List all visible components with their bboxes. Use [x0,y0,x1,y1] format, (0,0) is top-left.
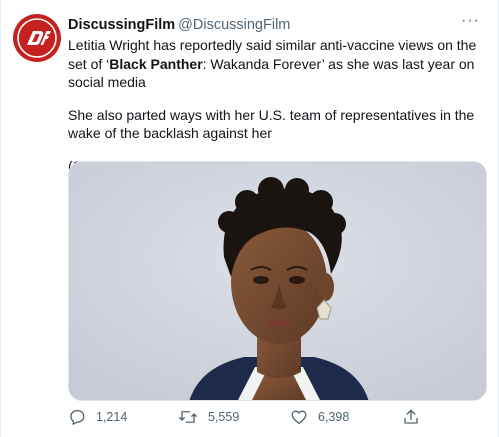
discussingfilm-logo-icon [15,16,59,60]
reply-icon [70,409,85,425]
more-icon[interactable]: ··· [461,13,480,29]
reply-button[interactable]: 1,214 [68,408,127,426]
bold-title: Black Panther [109,55,203,72]
reply-count: 1,214 [96,410,128,424]
share-button[interactable] [402,408,420,426]
tweet-text: Letitia Wright has reportedly said simil… [68,36,488,175]
tweet-photo[interactable] [68,161,487,401]
tweet-actions: 1,214 5,559 6,398 [68,408,468,430]
like-icon [291,410,307,425]
retweet-count: 5,559 [208,410,240,424]
author-name[interactable]: DiscussingFilm [68,17,175,33]
share-icon [404,409,418,424]
retweet-icon [179,411,197,423]
avatar[interactable] [13,14,61,62]
tweet-card: DiscussingFilm @DiscussingFilm ··· Letiti… [0,0,499,437]
tweet-paragraph-2: She also parted ways with her U.S. team … [68,106,475,142]
retweet-button[interactable]: 5,559 [178,408,239,426]
tweet-header: DiscussingFilm @DiscussingFilm [68,16,290,34]
like-button[interactable]: 6,398 [290,408,349,426]
author-handle[interactable]: @DiscussingFilm [178,17,290,33]
tweet-paragraph-1: Letitia Wright has reportedly said simil… [68,36,488,92]
like-count: 6,398 [318,410,350,424]
portrait-illustration [69,162,486,400]
